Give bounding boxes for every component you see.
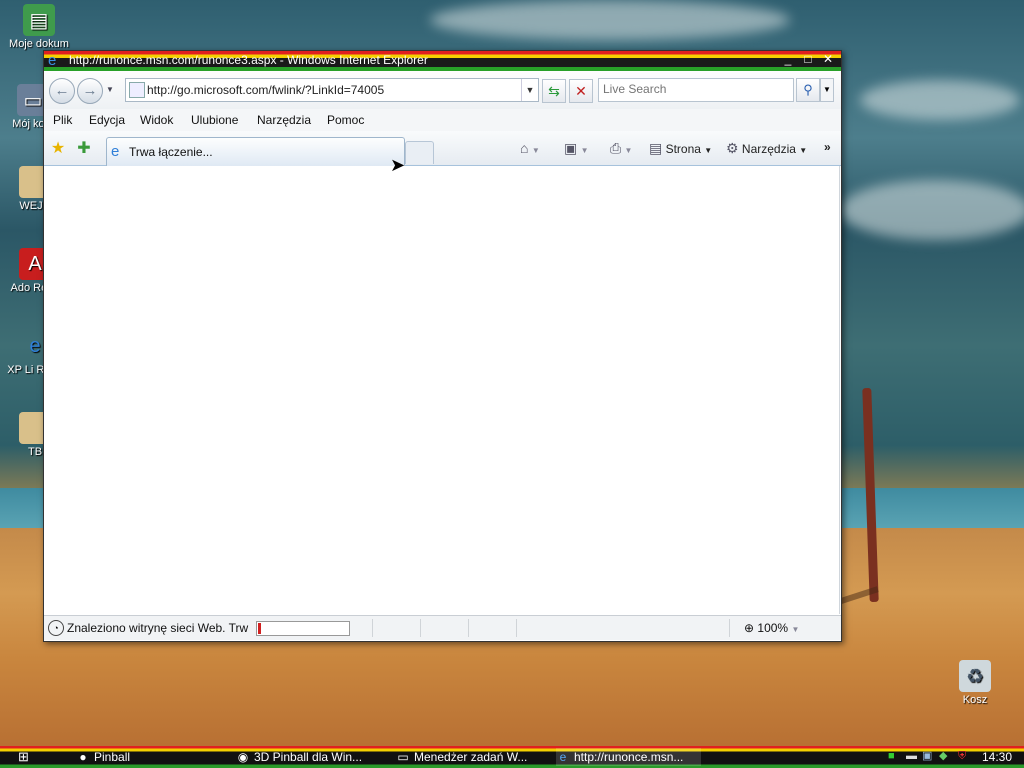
- cloud: [840, 180, 1024, 240]
- search-icon: ⚲: [803, 82, 813, 97]
- search-options-button[interactable]: ▼: [820, 78, 834, 102]
- recycle-bin-icon: ♻: [959, 660, 991, 692]
- pinball-3d-icon: ◉: [237, 750, 249, 764]
- cloud: [430, 0, 790, 40]
- ie-icon: e: [111, 143, 120, 160]
- status-divider: [372, 619, 373, 637]
- menu-pomoc[interactable]: Pomoc: [327, 113, 364, 127]
- address-bar[interactable]: http://go.microsoft.com/fwlink/?LinkId=7…: [125, 78, 539, 102]
- status-divider: [516, 619, 517, 637]
- cloud: [860, 80, 1020, 120]
- search-input[interactable]: [599, 79, 793, 99]
- ie-icon: e: [559, 750, 567, 764]
- menu-narzedzia[interactable]: Narzędzia: [257, 113, 311, 127]
- arrow-right-icon: →: [82, 82, 98, 99]
- maximize-button[interactable]: □: [799, 52, 817, 66]
- taskbar-item-label: Pinball: [94, 750, 131, 764]
- address-dropdown-button[interactable]: ▼: [521, 79, 538, 101]
- close-button[interactable]: ✕: [819, 52, 837, 66]
- page-icon: [129, 82, 145, 98]
- address-toolbar: ← → ▼ http://go.microsoft.com/fwlink/?Li…: [44, 71, 841, 109]
- pinball-icon: ●: [79, 750, 87, 764]
- desktop-icon-my-documents[interactable]: ▤ Moje dokum: [4, 4, 74, 50]
- taskbar-clock[interactable]: 14:30: [982, 748, 1012, 766]
- address-url[interactable]: http://go.microsoft.com/fwlink/?LinkId=7…: [147, 83, 384, 97]
- status-divider: [420, 619, 421, 637]
- tray-network-icon[interactable]: ▣: [922, 750, 934, 762]
- tray-status-icon[interactable]: ■: [888, 750, 900, 762]
- new-tab-button[interactable]: [405, 141, 434, 164]
- page-icon: ▤: [649, 140, 663, 156]
- feeds-button[interactable]: ▣ ▼: [564, 140, 589, 157]
- tray-update-icon[interactable]: ◆: [939, 750, 951, 762]
- progress-bar: [256, 621, 350, 636]
- minimize-button[interactable]: _: [779, 52, 797, 66]
- status-bar: ◔ Znaleziono witrynę sieci Web. Trw ⊕ 10…: [44, 615, 841, 640]
- taskbar-item-3d-pinball[interactable]: ◉ 3D Pinball dla Win...: [236, 748, 386, 766]
- loading-icon: ◔: [48, 620, 64, 636]
- title-bar[interactable]: e http://runonce.msn.com/runonce3.aspx -…: [44, 51, 841, 71]
- stop-icon: ✕: [575, 83, 587, 99]
- desktop-icon-label: Moje dokum: [9, 38, 69, 50]
- stop-button[interactable]: ✕: [569, 79, 593, 103]
- zoom-icon: ⊕: [744, 621, 755, 635]
- tab-active[interactable]: e Trwa łączenie...: [106, 137, 405, 166]
- window-title: http://runonce.msn.com/runonce3.aspx - W…: [69, 53, 428, 67]
- desktop-icon-recycle-bin[interactable]: ♻ Kosz: [940, 660, 1010, 706]
- page-content[interactable]: [44, 166, 840, 614]
- status-divider: [468, 619, 469, 637]
- gear-icon: ⚙: [726, 140, 739, 156]
- taskbar-item-ie[interactable]: e http://runonce.msn...: [556, 748, 701, 766]
- status-text: Znaleziono witrynę sieci Web. Trw: [67, 621, 249, 635]
- taskbar-item-label: 3D Pinball dla Win...: [254, 750, 363, 764]
- taskbar-item-pinball[interactable]: ● Pinball: [76, 748, 216, 766]
- home-button[interactable]: ⌂ ▼: [520, 140, 540, 156]
- ie-window: e http://runonce.msn.com/runonce3.aspx -…: [43, 50, 842, 642]
- desktop-icon-label: Kosz: [962, 694, 988, 706]
- back-button[interactable]: ←: [49, 78, 75, 104]
- tray-flag-icon[interactable]: ▬: [906, 750, 918, 762]
- search-button[interactable]: ⚲: [796, 78, 820, 102]
- mouse-cursor-icon: ➤: [390, 155, 406, 175]
- page-menu-label: Strona: [665, 142, 701, 156]
- ie-icon: e: [48, 52, 57, 69]
- taskbar-item-task-manager[interactable]: ▭ Menedżer zadań W...: [396, 748, 541, 766]
- zoom-level: 100%: [757, 621, 789, 635]
- progress-fill: [258, 623, 261, 634]
- task-manager-icon: ▭: [397, 750, 409, 764]
- search-box[interactable]: [598, 78, 794, 102]
- printer-icon: ⎙: [610, 140, 622, 156]
- tab-row: ★ ✚ e Trwa łączenie... ⌂ ▼ ▣ ▼ ⎙ ▼ ▤ Str…: [44, 131, 841, 166]
- taskbar-item-label: http://runonce.msn...: [574, 750, 684, 764]
- windows-logo-icon: ⊞: [18, 749, 29, 764]
- menu-bar: Plik Edycja Widok Ulubione Narzędzia Pom…: [44, 109, 841, 132]
- refresh-button[interactable]: ⇆: [542, 79, 566, 103]
- start-button[interactable]: ⊞: [18, 749, 36, 765]
- more-tools-button[interactable]: »: [824, 140, 831, 154]
- taskbar-item-label: Menedżer zadań W...: [414, 750, 528, 764]
- refresh-icon: ⇆: [548, 83, 560, 99]
- folder-documents-icon: ▤: [23, 4, 55, 36]
- tools-menu-button[interactable]: ⚙ Narzędzia ▼: [726, 140, 807, 157]
- add-favorite-icon[interactable]: ✚: [75, 140, 93, 158]
- print-button[interactable]: ⎙ ▼: [610, 140, 632, 157]
- menu-plik[interactable]: Plik: [53, 113, 72, 127]
- arrow-left-icon: ←: [54, 82, 70, 99]
- taskbar: ⊞ ● Pinball ◉ 3D Pinball dla Win... ▭ Mened…: [0, 746, 1024, 768]
- rss-icon: ▣: [564, 140, 578, 156]
- tab-title: Trwa łączenie...: [129, 145, 213, 159]
- home-icon: ⌂: [520, 140, 529, 156]
- zoom-control[interactable]: ⊕ 100% ▼: [744, 621, 799, 635]
- menu-edycja[interactable]: Edycja: [89, 113, 125, 127]
- menu-ulubione[interactable]: Ulubione: [191, 113, 238, 127]
- tools-menu-label: Narzędzia: [741, 142, 796, 156]
- history-dropdown-button[interactable]: ▼: [106, 85, 114, 94]
- status-divider: [729, 619, 730, 637]
- menu-widok[interactable]: Widok: [140, 113, 173, 127]
- page-menu-button[interactable]: ▤ Strona ▼: [649, 140, 712, 157]
- tray-security-icon[interactable]: ⛨: [958, 750, 970, 762]
- favorites-star-icon[interactable]: ★: [49, 140, 67, 158]
- forward-button[interactable]: →: [77, 78, 103, 104]
